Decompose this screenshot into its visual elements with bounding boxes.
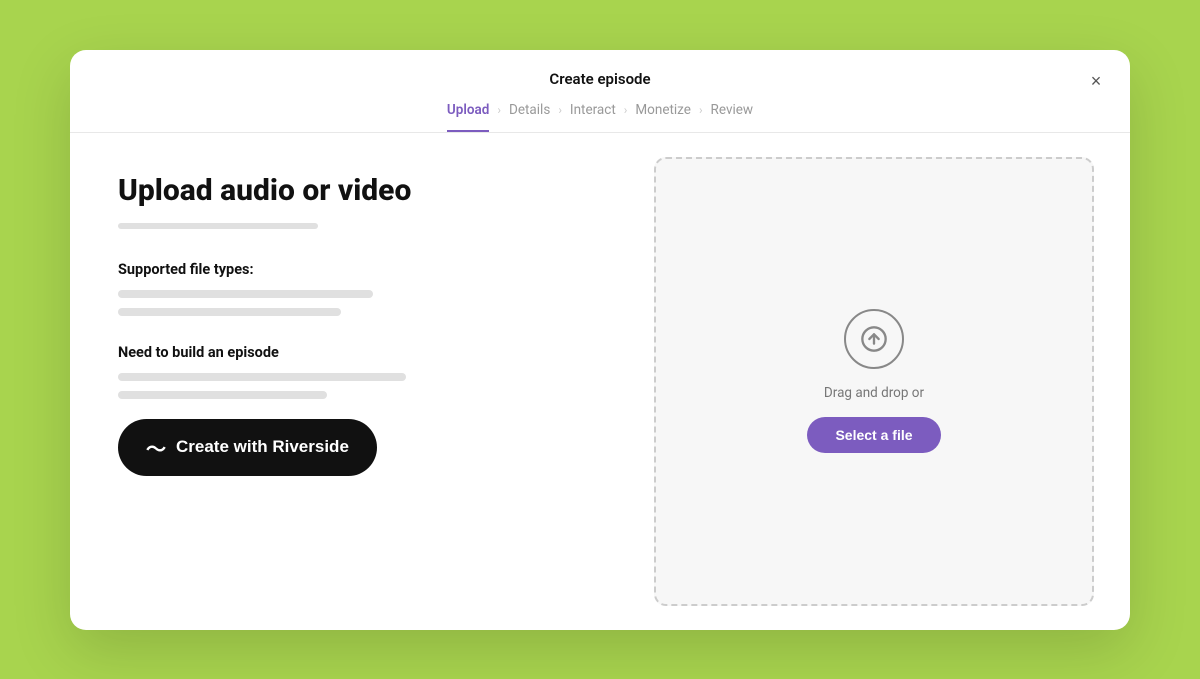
step-upload-label: Upload: [447, 102, 489, 118]
separator-3: ›: [624, 103, 628, 117]
step-monetize-label: Monetize: [635, 102, 691, 118]
create-with-riverside-button[interactable]: 〜 Create with Riverside: [118, 419, 377, 476]
title-underline: [118, 223, 318, 229]
create-episode-modal: Create episode × Upload › Details › Inte…: [70, 50, 1130, 630]
step-details-label: Details: [509, 102, 550, 118]
modal-body: Upload audio or video Supported file typ…: [70, 133, 1130, 630]
close-icon: ×: [1091, 71, 1102, 92]
drag-drop-text: Drag and drop or: [824, 385, 924, 401]
step-monetize[interactable]: Monetize: [635, 102, 691, 118]
upload-icon: [844, 309, 904, 369]
placeholder-line-4: [118, 391, 327, 399]
page-title: Upload audio or video: [118, 173, 582, 209]
select-file-button[interactable]: Select a file: [807, 417, 940, 453]
modal-title: Create episode: [94, 70, 1106, 88]
modal-header: Create episode × Upload › Details › Inte…: [70, 50, 1130, 133]
separator-1: ›: [497, 103, 501, 117]
step-details[interactable]: Details: [509, 102, 550, 118]
close-button[interactable]: ×: [1082, 68, 1110, 96]
need-label: Need to build an episode: [118, 344, 582, 361]
waveform-icon: 〜: [146, 433, 166, 462]
separator-2: ›: [558, 103, 562, 117]
create-btn-label: Create with Riverside: [176, 437, 349, 457]
upload-dropzone[interactable]: Drag and drop or Select a file: [654, 157, 1094, 606]
step-interact-label: Interact: [570, 102, 616, 118]
separator-4: ›: [699, 103, 703, 117]
placeholder-line-2: [118, 308, 341, 316]
step-upload[interactable]: Upload: [447, 102, 489, 132]
left-panel: Upload audio or video Supported file typ…: [70, 133, 630, 630]
supported-label: Supported file types:: [118, 261, 582, 278]
step-review-label: Review: [711, 102, 754, 118]
right-panel: Drag and drop or Select a file: [630, 133, 1130, 630]
stepper: Upload › Details › Interact › Monetize ›…: [94, 102, 1106, 132]
step-interact[interactable]: Interact: [570, 102, 616, 118]
placeholder-line-1: [118, 290, 373, 298]
step-review[interactable]: Review: [711, 102, 754, 118]
placeholder-line-3: [118, 373, 406, 381]
